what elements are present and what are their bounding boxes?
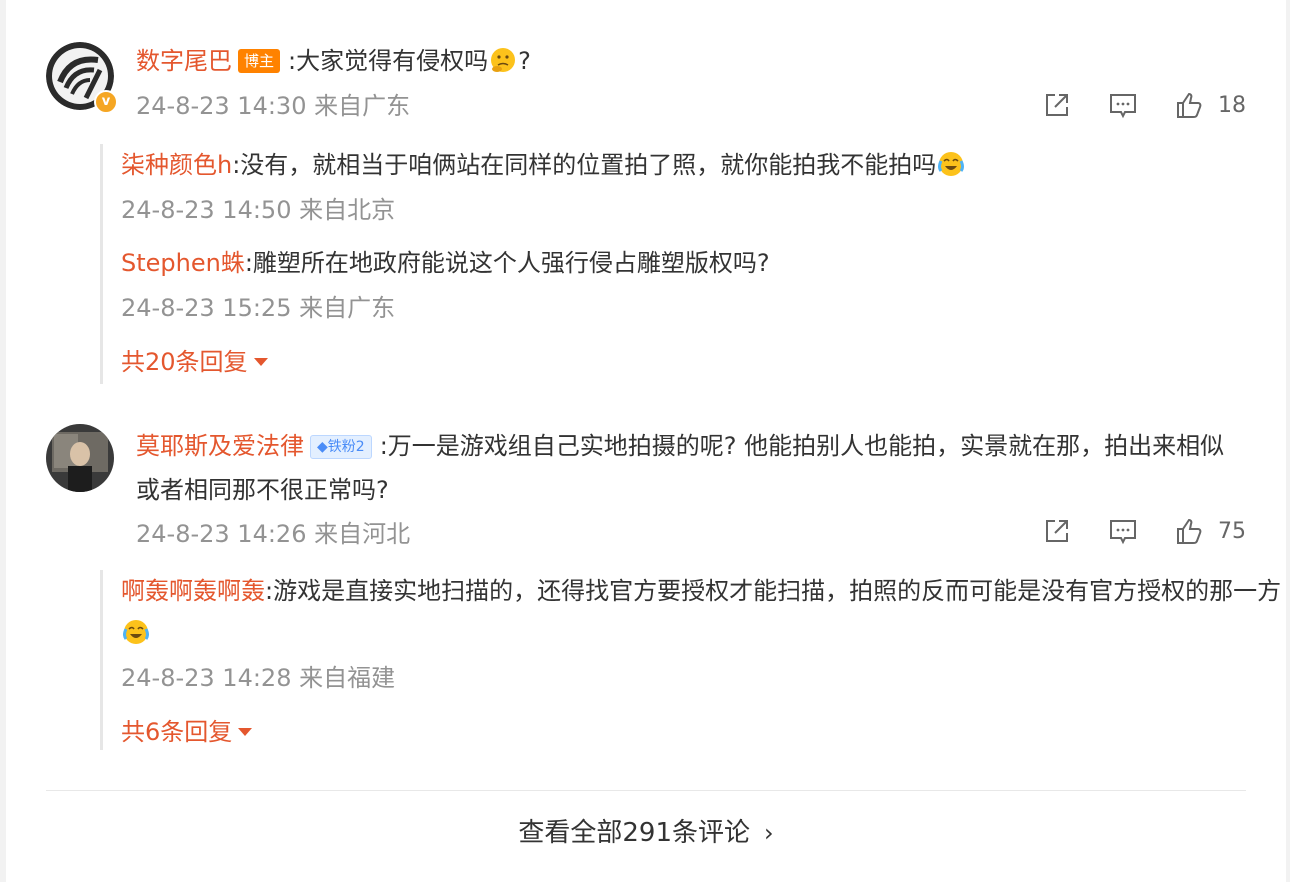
like-button[interactable]: 18: [1174, 90, 1246, 120]
reply-meta: 24-8-23 15:25 来自广东: [121, 294, 396, 322]
reply-item: 柒种颜色h:没有，就相当于咱俩站在同样的位置拍了照，就你能拍我不能拍吗 24-8…: [121, 144, 1286, 234]
comment-text-suffix: ?: [518, 47, 531, 75]
verified-badge-icon: v: [94, 90, 118, 114]
share-button[interactable]: [1042, 90, 1072, 120]
comment-text: :大家觉得有侵权吗: [288, 47, 489, 75]
reply-text: :没有，就相当于咱俩站在同样的位置拍了照，就你能拍我不能拍吗: [232, 151, 937, 179]
avatar[interactable]: [46, 424, 114, 492]
share-icon: [1046, 520, 1068, 542]
reply-username[interactable]: 啊轰啊轰啊轰: [121, 577, 265, 605]
thinking-emoji-icon: [491, 48, 516, 72]
share-button[interactable]: [1042, 516, 1072, 546]
view-all-comments-link[interactable]: 查看全部291条评论 ›: [518, 818, 773, 848]
reply-item: 啊轰啊轰啊轰:游戏是直接实地扫描的，还得找官方要授权才能扫描，拍照的反而可能是没…: [121, 570, 1286, 702]
crying-laugh-emoji-icon: [123, 620, 149, 644]
more-replies-button[interactable]: 共20条回复: [121, 340, 268, 384]
more-replies-label: 共20条回复: [121, 348, 248, 376]
reply-meta: 24-8-23 14:50 来自北京: [121, 196, 396, 224]
divider: [46, 790, 1246, 791]
comment-username[interactable]: 莫耶斯及爱法律: [136, 432, 304, 460]
like-button[interactable]: 75: [1174, 516, 1246, 546]
more-replies-button[interactable]: 共6条回复: [121, 710, 253, 754]
comment-icon: [1110, 520, 1136, 545]
like-count: 75: [1218, 518, 1246, 544]
caret-down-icon: [253, 358, 268, 366]
comment-icon: [1110, 94, 1136, 119]
reply-username[interactable]: Stephen蛛: [121, 249, 245, 277]
reply-thread: 柒种颜色h:没有，就相当于咱俩站在同样的位置拍了照，就你能拍我不能拍吗 24-8…: [100, 144, 1286, 384]
thumbs-up-icon: [1177, 92, 1202, 118]
comment-button[interactable]: [1108, 90, 1138, 120]
share-icon: [1046, 94, 1068, 116]
fan-level-badge: ◆铁粉2: [310, 435, 372, 459]
reply-username[interactable]: 柒种颜色h: [121, 151, 232, 179]
like-count: 18: [1218, 92, 1246, 118]
caret-down-icon: [238, 728, 253, 736]
reply-text: :雕塑所在地政府能说这个人强行侵占雕塑版权吗?: [244, 249, 770, 277]
crying-laugh-emoji-icon: [938, 152, 965, 176]
thumbs-up-icon: [1177, 518, 1202, 544]
chevron-right-icon: ›: [764, 819, 774, 847]
more-replies-label: 共6条回复: [121, 718, 233, 746]
comment-button[interactable]: [1108, 516, 1138, 546]
author-badge: 博主: [238, 49, 281, 73]
reply-text: :游戏是直接实地扫描的，还得找官方要授权才能扫描，拍照的反而可能是没有官方授权的…: [265, 577, 1282, 605]
reply-thread: 啊轰啊轰啊轰:游戏是直接实地扫描的，还得找官方要授权才能扫描，拍照的反而可能是没…: [100, 570, 1286, 750]
reply-item: Stephen蛛:雕塑所在地政府能说这个人强行侵占雕塑版权吗? 24-8-23 …: [121, 242, 1286, 332]
diamond-icon: ◆: [317, 439, 328, 455]
comment-username[interactable]: 数字尾巴: [136, 47, 232, 75]
comments-panel: v 数字尾巴 博主:大家觉得有侵权吗? 24-8-23 14:30 来自广东 18…: [6, 0, 1286, 882]
reply-meta: 24-8-23 14:28 来自福建: [121, 664, 396, 692]
user-photo-icon: [46, 424, 114, 492]
